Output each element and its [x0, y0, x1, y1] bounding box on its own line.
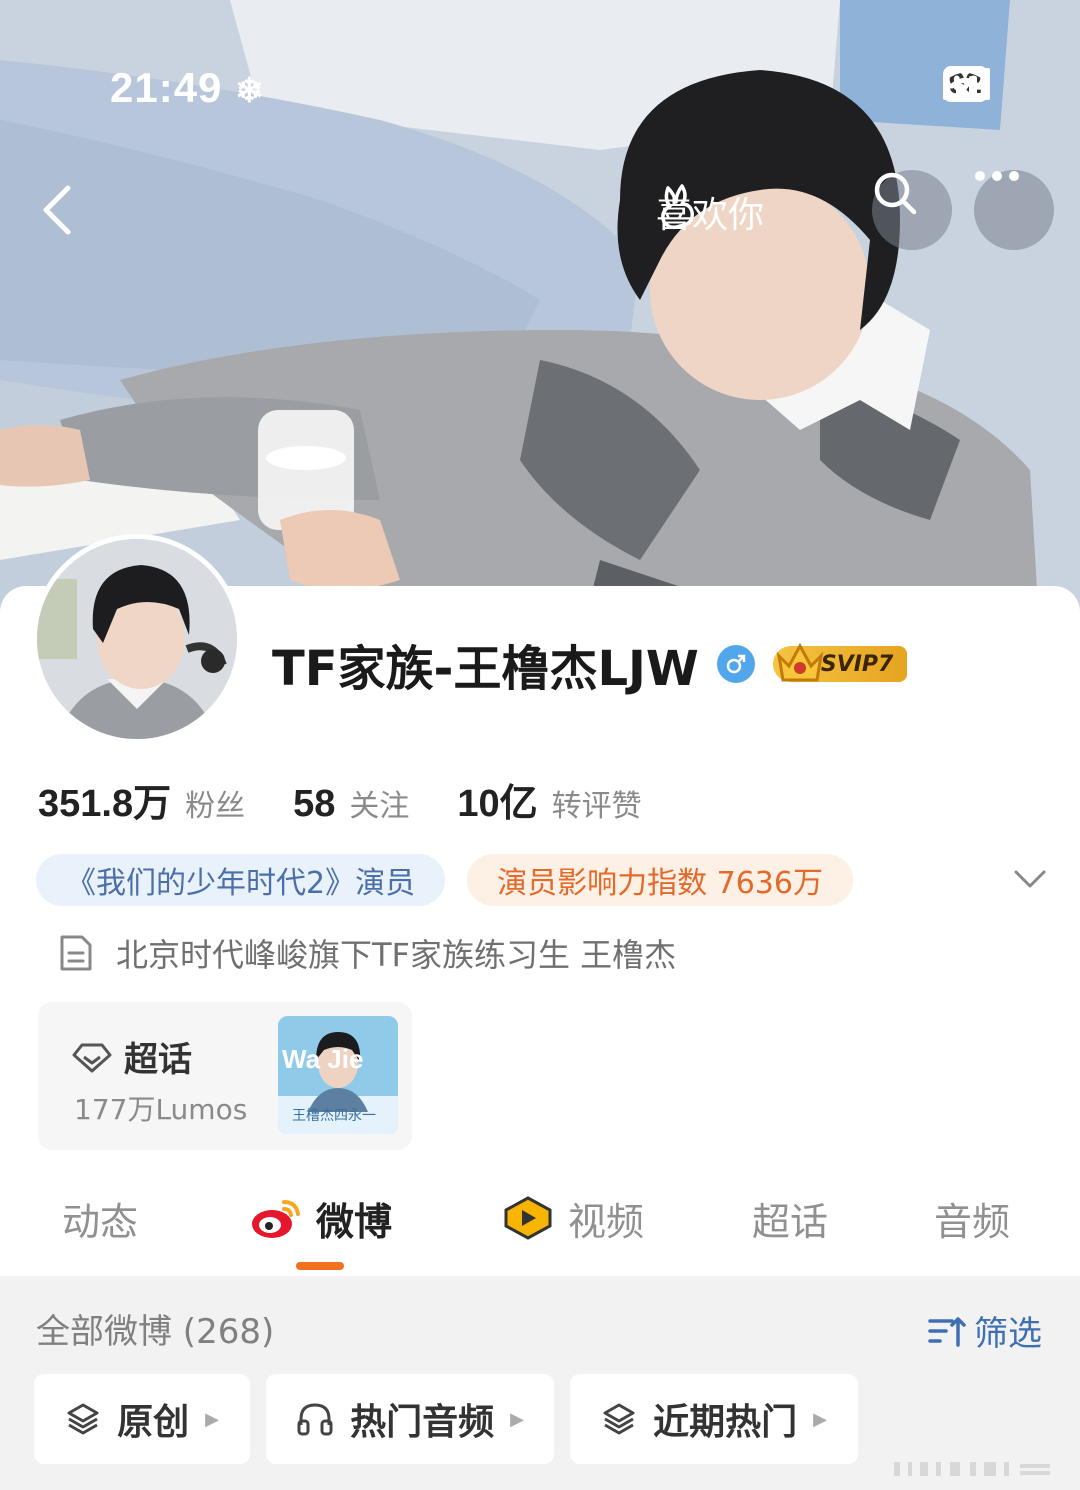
wifi-icon: [942, 67, 987, 100]
status-icons: 92: [942, 66, 990, 102]
crown-icon: [776, 642, 824, 682]
stat-label: 粉丝: [185, 789, 246, 824]
stat-following[interactable]: 58 关注: [293, 781, 409, 826]
profile-tabs: 动态 微博 视频 超话 音频: [0, 1186, 1080, 1276]
tab-label: 音频: [934, 1199, 1011, 1244]
thumbnail-text-top: Wa Jie: [282, 1044, 363, 1074]
layers-icon: [603, 1403, 635, 1435]
search-icon: [874, 172, 917, 215]
stat-value: 58: [293, 783, 336, 825]
back-button[interactable]: [28, 180, 88, 240]
stat-value: 10亿: [457, 783, 538, 825]
stat-label: 转评赞: [551, 789, 642, 824]
stat-label: 关注: [349, 789, 410, 824]
profile-stats: 351.8万 粉丝 58 关注 10亿 转评赞: [38, 772, 690, 827]
male-icon: [716, 645, 755, 683]
chip-hot-audio[interactable]: 热门音频 ▶: [266, 1374, 554, 1464]
bio-text: 北京时代峰峻旗下TF家族练习生 王橹杰: [116, 936, 677, 974]
thumbnail-text-bottom: 王橹杰四永一: [292, 1108, 376, 1124]
tag-role[interactable]: 《我们的少年时代2》演员: [36, 854, 446, 906]
more-icon: [975, 171, 1019, 181]
like-button[interactable]: 喜欢你: [656, 184, 764, 240]
expand-button[interactable]: [1010, 862, 1050, 898]
feed-title: 全部微博 (268): [36, 1312, 275, 1352]
chip-label: 热门音频: [350, 1402, 495, 1443]
vip-badge-label: SVIP7: [820, 651, 894, 677]
chaohua-thumbnail-image: Wa Jie 王橹杰四永一: [278, 1016, 398, 1134]
stat-followers[interactable]: 351.8万 粉丝: [38, 772, 245, 827]
filter-icon: [928, 1316, 966, 1347]
tag-influence[interactable]: 演员影响力指数 7636万: [467, 854, 853, 906]
tab-label: 动态: [62, 1199, 139, 1244]
tab-label: 微博: [316, 1199, 393, 1244]
document-icon: [60, 935, 92, 971]
chip-recent-hot[interactable]: 近期热门 ▶: [570, 1374, 858, 1464]
chevron-down-icon: [1014, 870, 1046, 888]
headphones-icon: [297, 1403, 333, 1436]
vip-badge[interactable]: SVIP7: [772, 642, 908, 682]
active-tab-indicator: [296, 1262, 344, 1270]
video-icon: [504, 1196, 552, 1240]
layers-icon: [67, 1403, 99, 1435]
search-button[interactable]: [872, 170, 952, 250]
avatar-illustration: [37, 539, 237, 739]
tab-weibo[interactable]: 微博: [250, 1186, 392, 1250]
caret-right-icon: ▶: [510, 1408, 524, 1430]
tab-label: 视频: [568, 1199, 645, 1244]
filter-button[interactable]: 筛选: [926, 1306, 1042, 1355]
profile-name-row: TF家族-王橹杰LJW SVIP7: [272, 632, 908, 697]
chip-original[interactable]: 原创 ▶: [34, 1374, 250, 1464]
chevron-left-icon: [43, 185, 71, 235]
chaohua-title: 超话: [72, 1032, 192, 1081]
chaohua-count: 177万Lumos: [74, 1093, 248, 1126]
tab-dynamic[interactable]: 动态: [62, 1186, 138, 1250]
stat-interactions[interactable]: 10亿 转评赞: [457, 772, 641, 827]
diamond-icon: [72, 1043, 112, 1072]
profile-tags: 《我们的少年时代2》演员 演员影响力指数 7636万: [36, 854, 853, 906]
chaohua-thumbnail: Wa Jie 王橹杰四永一: [278, 1016, 398, 1134]
stat-value: 351.8万: [38, 783, 172, 825]
feed-section: 全部微博 (268) 筛选 原创 ▶ 热门音频 ▶ 近期热门 ▶: [0, 1276, 1080, 1490]
bio-row: 北京时代峰峻旗下TF家族练习生 王橹杰: [58, 930, 676, 976]
more-button[interactable]: [974, 170, 1054, 250]
chip-label: 近期热门: [653, 1402, 798, 1443]
status-time: 21:49 ❄: [110, 64, 265, 112]
snowflake-icon: ❄: [235, 72, 265, 110]
tab-label: 超话: [752, 1199, 829, 1244]
tab-chaohua[interactable]: 超话: [752, 1186, 828, 1250]
tab-audio[interactable]: 音频: [934, 1186, 1010, 1250]
weibo-icon: [252, 1200, 300, 1238]
profile-name: TF家族-王橹杰LJW: [272, 641, 699, 697]
filter-label: 筛选: [974, 1314, 1042, 1354]
status-time-text: 21:49: [110, 64, 223, 111]
rabbit-icon: [661, 184, 694, 230]
caret-right-icon: ▶: [205, 1408, 219, 1430]
chaohua-card[interactable]: 超话 177万Lumos Wa Jie 王橹杰四永一: [38, 1002, 412, 1150]
avatar[interactable]: [32, 534, 242, 744]
tab-video[interactable]: 视频: [502, 1186, 644, 1250]
chip-label: 原创: [117, 1402, 190, 1443]
caret-right-icon: ▶: [813, 1408, 827, 1430]
watermark-bars: [894, 1462, 1050, 1476]
chaohua-title-text: 超话: [124, 1040, 192, 1080]
